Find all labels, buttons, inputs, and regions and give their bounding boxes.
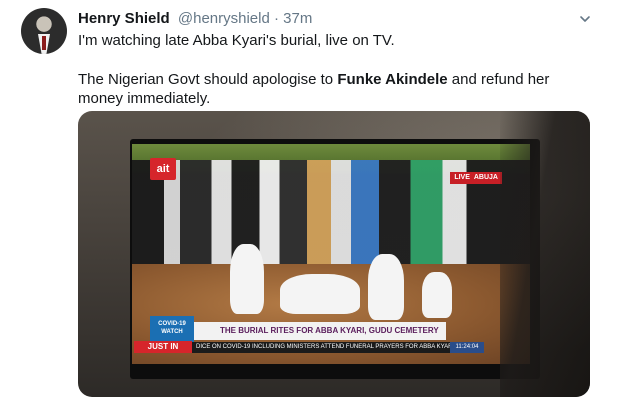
tv-screen: ait LIVE ABUJA COVID-19 WATCH THE BURIAL …: [132, 144, 530, 364]
worker-figure-2: [280, 274, 360, 314]
broadcast-clock: 11:24:04: [450, 342, 484, 353]
avatar-tie: [42, 36, 46, 50]
author-name[interactable]: Henry Shield: [78, 10, 170, 27]
tweet-line-2: The Nigerian Govt should apologise to Fu…: [78, 70, 598, 109]
tweet-photo[interactable]: ait LIVE ABUJA COVID-19 WATCH THE BURIAL …: [78, 111, 590, 397]
separator-dot: ·: [274, 10, 279, 27]
live-location: ABUJA: [473, 174, 498, 181]
chevron-down-icon[interactable]: [578, 12, 592, 26]
tweet-line-2-start: The Nigerian Govt should apologise to: [78, 70, 338, 88]
live-label: LIVE: [454, 174, 470, 181]
worker-figure-4: [422, 272, 452, 318]
worker-figure-1: [230, 244, 264, 314]
foreground-hand: [500, 111, 590, 397]
live-tag: LIVE ABUJA: [450, 172, 502, 184]
channel-logo: ait: [150, 158, 176, 180]
worker-figure-3: [368, 254, 404, 320]
just-in-label: JUST IN: [134, 341, 192, 353]
news-headline: THE BURIAL RITES FOR ABBA KYARI, GUDU CE…: [194, 322, 446, 340]
tweet-text: I'm watching late Abba Kyari's burial, l…: [78, 31, 598, 109]
covid-badge-line-2: WATCH: [161, 329, 183, 335]
covid-badge-line-1: COVID-19: [158, 321, 186, 327]
tweet-line-1: I'm watching late Abba Kyari's burial, l…: [78, 32, 395, 49]
author-handle[interactable]: @henryshield: [178, 10, 270, 27]
covid-badge: COVID-19 WATCH: [150, 316, 194, 342]
tweet-header: Henry Shield @henryshield · 37m: [78, 10, 582, 28]
tweet-mention-funke: Funke Akindele: [337, 70, 448, 88]
news-ticker: DICE ON COVID-19 INCLUDING MINISTERS ATT…: [192, 342, 482, 353]
tweet-time[interactable]: 37m: [283, 10, 312, 27]
avatar[interactable]: [21, 8, 67, 54]
